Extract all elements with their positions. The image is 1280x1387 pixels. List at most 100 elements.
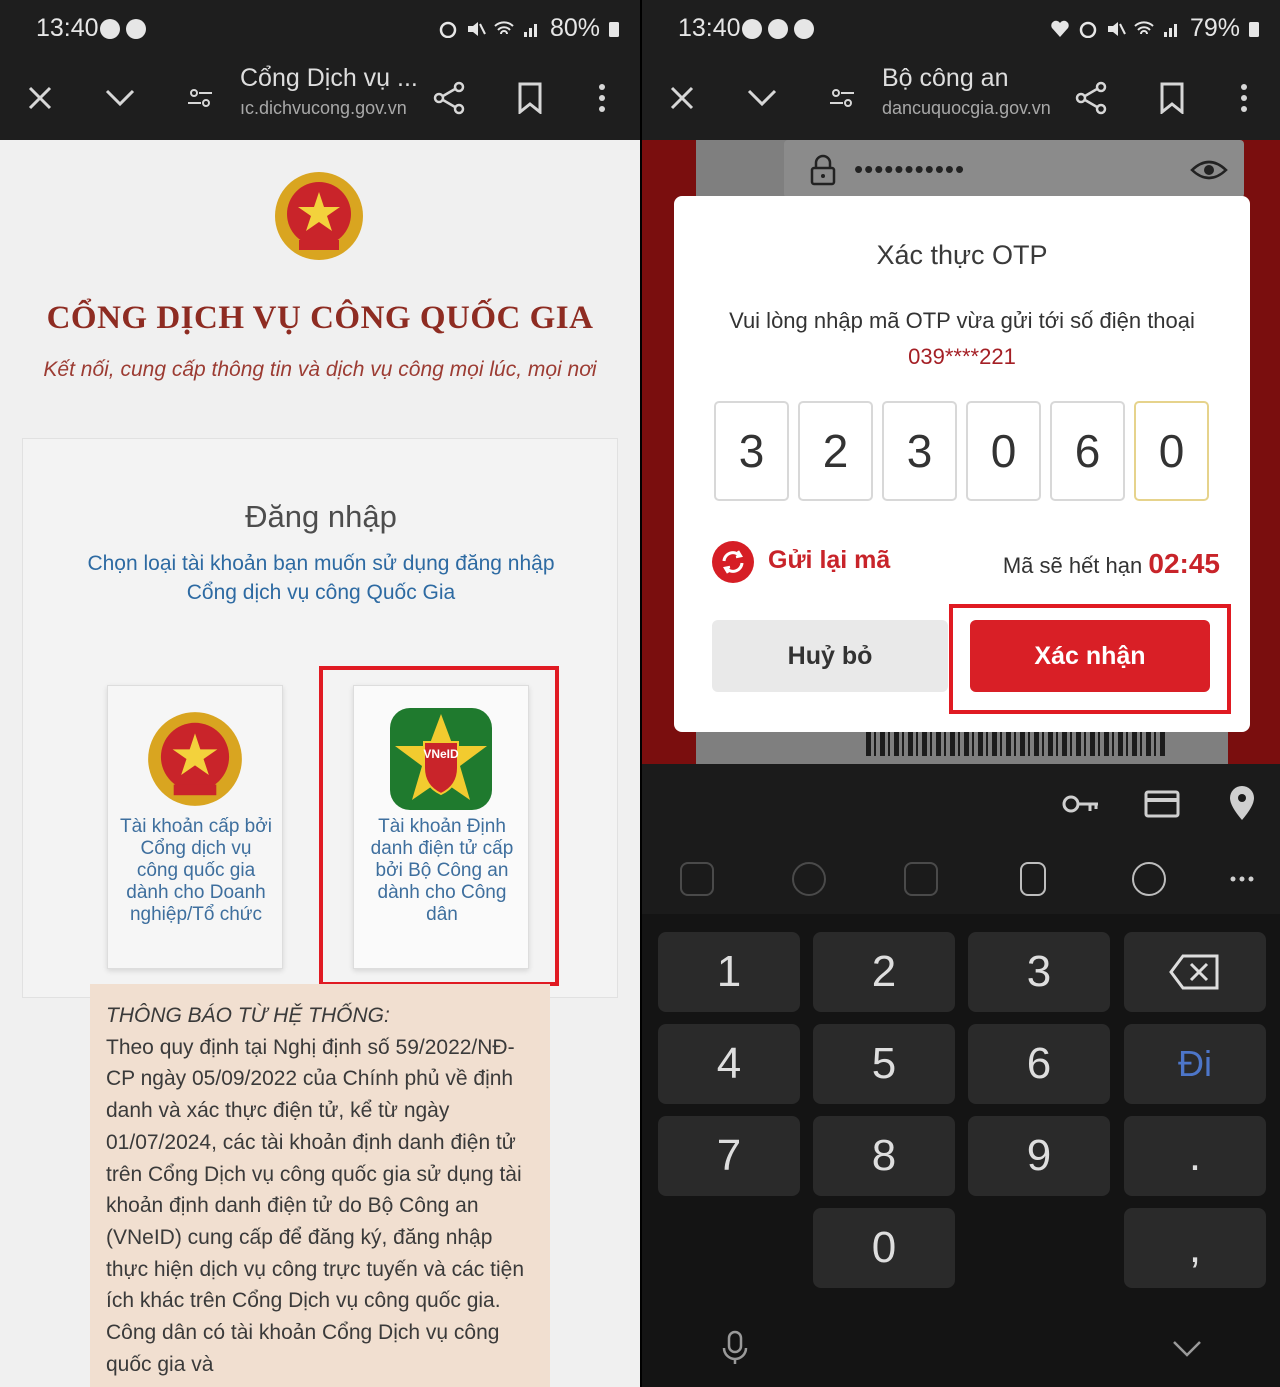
- key-3[interactable]: 3: [968, 932, 1110, 1012]
- status-time: 13:40: [36, 14, 99, 42]
- page-url[interactable]: dancuquocgia.gov.vn: [882, 98, 1051, 119]
- notice-body: Theo quy định tại Nghị định số 59/2022/N…: [106, 1035, 525, 1376]
- key-6[interactable]: 6: [968, 1024, 1110, 1104]
- web-page: CỔNG DỊCH VỤ CÔNG QUỐC GIA Kết nối, cung…: [0, 140, 640, 1387]
- alarm-icon: [439, 21, 457, 38]
- share-icon[interactable]: [430, 78, 470, 118]
- key-9[interactable]: 9: [968, 1116, 1110, 1196]
- emoji-icon[interactable]: [792, 862, 826, 896]
- status-right: 80%: [438, 14, 620, 43]
- key-period[interactable]: .: [1124, 1116, 1266, 1196]
- key-2[interactable]: 2: [813, 932, 955, 1012]
- otp-digit-6[interactable]: 0: [1134, 401, 1209, 501]
- otp-title: Xác thực OTP: [876, 240, 1048, 270]
- more-vert-icon[interactable]: [582, 78, 622, 118]
- wifi-icon: [494, 20, 514, 34]
- otp-digit-1[interactable]: 3: [714, 401, 789, 501]
- login-desc-line1: Chọn loại tài khoản bạn muốn sử dụng đăn…: [87, 552, 555, 575]
- location-pin-icon[interactable]: [1228, 786, 1256, 822]
- refresh-icon[interactable]: [712, 541, 754, 583]
- status-right: 79%: [1050, 14, 1260, 43]
- battery-icon: [609, 21, 619, 37]
- resend-code-button[interactable]: Gửi lại mã: [768, 546, 890, 575]
- notification-icons: [742, 19, 814, 39]
- battery-percent: 79%: [1189, 14, 1240, 42]
- key-0[interactable]: 0: [813, 1208, 955, 1288]
- chevron-down-icon[interactable]: [742, 78, 782, 118]
- notification-icons: [100, 19, 146, 39]
- wifi-icon: [1134, 20, 1154, 34]
- highlight-box: [319, 666, 559, 986]
- share-icon[interactable]: [1072, 78, 1112, 118]
- key-7[interactable]: 7: [658, 1116, 800, 1196]
- site-title: CỔNG DỊCH VỤ CÔNG QUỐC GIA: [46, 300, 594, 336]
- mute-icon: [467, 21, 486, 36]
- right-screen: 13:40 79% Bộ công an dancuquocgia.gov.vn: [640, 0, 1280, 1387]
- browser-toolbar: Bộ công an dancuquocgia.gov.vn: [642, 58, 1280, 140]
- page-url[interactable]: ıc.dichvucong.gov.vn: [240, 98, 407, 119]
- highlight-box: [949, 604, 1231, 714]
- expiry-label: Mã sẽ hết hạn: [1002, 553, 1143, 578]
- more-vert-icon[interactable]: [1224, 78, 1264, 118]
- battery-icon: [1249, 21, 1259, 37]
- national-emblem-icon: [275, 172, 363, 260]
- business-account-option[interactable]: Tài khoản cấp bởi Cổng dịch vụ công quốc…: [107, 685, 283, 969]
- hide-keyboard-icon[interactable]: [1172, 1340, 1202, 1358]
- settings-icon[interactable]: [1132, 862, 1166, 896]
- expiry-countdown: 02:45: [1148, 548, 1220, 579]
- login-description: Chọn loại tài khoản bạn muốn sử dụng đăn…: [83, 549, 559, 607]
- otp-description: Vui lòng nhập mã OTP vừa gửi tới số điện…: [729, 308, 1195, 333]
- login-title: Đăng nhập: [245, 499, 397, 534]
- otp-digit-4[interactable]: 0: [966, 401, 1041, 501]
- key-8[interactable]: 8: [813, 1116, 955, 1196]
- lock-icon: [810, 154, 836, 186]
- go-key[interactable]: Đi: [1124, 1024, 1266, 1104]
- eye-icon[interactable]: [1190, 158, 1228, 182]
- otp-digit-5[interactable]: 6: [1050, 401, 1125, 501]
- numeric-keypad: 1 2 3 4 5 6 Đi 7 8 9 . 0 ,: [642, 914, 1280, 1387]
- signal-icon: [1163, 23, 1177, 37]
- line-app-icon: [126, 19, 146, 39]
- site-settings-icon[interactable]: [822, 78, 862, 118]
- status-time: 13:40: [678, 14, 741, 42]
- messenger-icon: [768, 19, 788, 39]
- business-account-label: Tài khoản cấp bởi Cổng dịch vụ công quốc…: [120, 816, 272, 925]
- close-icon[interactable]: [662, 78, 702, 118]
- site-subtitle: Kết nối, cung cấp thông tin và dịch vụ c…: [43, 358, 597, 381]
- key-1[interactable]: 1: [658, 932, 800, 1012]
- password-field[interactable]: •••••••••••: [784, 140, 1244, 198]
- page-title[interactable]: Bộ công an: [882, 64, 1009, 93]
- bookmark-icon[interactable]: [1152, 78, 1192, 118]
- translate-icon[interactable]: [904, 862, 938, 896]
- page-title[interactable]: Cổng Dịch vụ ...: [240, 64, 418, 93]
- notice-title: THÔNG BÁO TỪ HỆ THỐNG:: [106, 1004, 390, 1027]
- key-comma[interactable]: ,: [1124, 1208, 1266, 1288]
- key-4[interactable]: 4: [658, 1024, 800, 1104]
- microphone-icon[interactable]: [722, 1330, 748, 1366]
- sparkle-icon[interactable]: [680, 862, 714, 896]
- chevron-down-icon[interactable]: [100, 78, 140, 118]
- otp-digit-2[interactable]: 2: [798, 401, 873, 501]
- line-app-icon: [794, 19, 814, 39]
- more-horiz-icon[interactable]: [1230, 876, 1254, 882]
- minus-circle-icon: [742, 19, 762, 39]
- credit-card-icon[interactable]: [1144, 790, 1180, 818]
- status-bar: 13:40 80%: [0, 0, 640, 58]
- battery-percent: 80%: [549, 14, 600, 42]
- otp-phone-number: 039****221: [908, 344, 1016, 369]
- keyboard-autofill-bar: [642, 764, 1280, 844]
- browser-toolbar: Cổng Dịch vụ ... ıc.dichvucong.gov.vn: [0, 58, 640, 140]
- clipboard-icon[interactable]: [1020, 862, 1046, 896]
- close-icon[interactable]: [20, 78, 60, 118]
- key-5[interactable]: 5: [813, 1024, 955, 1104]
- site-settings-icon[interactable]: [180, 78, 220, 118]
- otp-digit-3[interactable]: 3: [882, 401, 957, 501]
- mute-icon: [1107, 21, 1126, 36]
- left-screen: 13:40 80% Cổng Dịch vụ ... ıc.dichvucong…: [0, 0, 640, 1387]
- status-bar: 13:40 79%: [642, 0, 1280, 58]
- backspace-key[interactable]: [1124, 932, 1266, 1012]
- bookmark-icon[interactable]: [510, 78, 550, 118]
- key-icon[interactable]: [1062, 792, 1100, 816]
- cancel-button[interactable]: Huỷ bỏ: [712, 620, 948, 692]
- system-notice: THÔNG BÁO TỪ HỆ THỐNG: Theo quy định tại…: [90, 984, 550, 1387]
